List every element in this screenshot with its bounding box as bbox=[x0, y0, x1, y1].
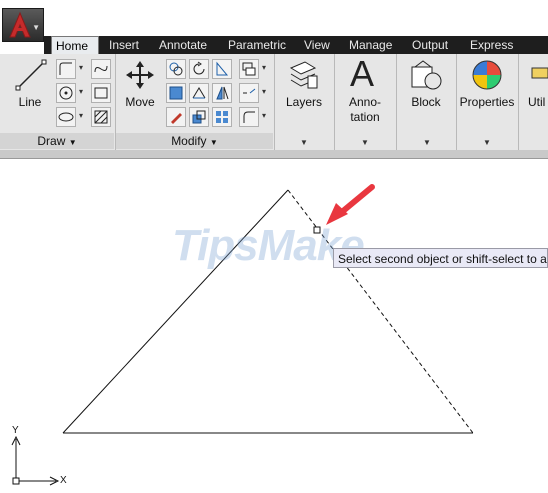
annotation-icon: A bbox=[350, 53, 375, 94]
circle-button[interactable] bbox=[56, 83, 76, 103]
circle-icon bbox=[59, 86, 73, 100]
measure-icon bbox=[531, 67, 548, 79]
array-icon bbox=[242, 62, 256, 76]
chevron-down-icon[interactable]: ▼ bbox=[483, 138, 491, 147]
block-button[interactable]: Block bbox=[402, 95, 450, 110]
ucs-y-label: Y bbox=[12, 425, 19, 436]
ribbon: Line ▾ ▾ ▾ Draw ▼ Move ▾ ▾ ▾ Modify ▼ La… bbox=[0, 54, 548, 151]
annotation-label-line1: Anno- bbox=[348, 95, 382, 109]
tab-express-tools[interactable]: Express Tools bbox=[466, 36, 548, 70]
array-button[interactable] bbox=[239, 59, 259, 79]
ucs-icon bbox=[11, 435, 60, 486]
trim-icon bbox=[216, 61, 229, 76]
draw-panel-title: Draw bbox=[37, 134, 66, 148]
panel-divider bbox=[518, 54, 519, 150]
copy-icon bbox=[169, 62, 183, 76]
explode-button[interactable] bbox=[239, 83, 259, 103]
annotation-label-line2: tation bbox=[350, 110, 380, 124]
properties-button[interactable]: Properties bbox=[458, 95, 516, 110]
drawing-canvas[interactable]: Y X bbox=[0, 159, 548, 493]
stretch-button[interactable] bbox=[189, 83, 209, 103]
color-wheel-icon bbox=[472, 60, 502, 90]
ribbon-bottom-edge bbox=[0, 150, 548, 159]
panel-divider bbox=[334, 54, 335, 150]
ellipse-button[interactable] bbox=[56, 107, 76, 127]
explode-icon bbox=[243, 88, 256, 94]
offset-button[interactable] bbox=[212, 107, 232, 127]
fillet-button[interactable] bbox=[212, 83, 232, 103]
mirror-icon bbox=[169, 86, 183, 100]
chevron-down-icon: ▼ bbox=[32, 23, 40, 32]
block-icon bbox=[411, 60, 442, 90]
erase-button[interactable] bbox=[166, 107, 186, 127]
tab-manage[interactable]: Manage bbox=[345, 36, 396, 54]
tab-home[interactable]: Home bbox=[51, 36, 99, 54]
offset-icon bbox=[216, 111, 228, 123]
rectangle-button[interactable] bbox=[91, 83, 111, 103]
rectangle-icon bbox=[94, 87, 108, 99]
utilities-button[interactable]: Util bbox=[528, 95, 548, 110]
panel-divider bbox=[274, 54, 275, 150]
scale-button[interactable] bbox=[189, 107, 209, 127]
trim-button[interactable] bbox=[212, 59, 232, 79]
mirror-button[interactable] bbox=[166, 83, 186, 103]
stretch-icon bbox=[192, 87, 206, 99]
modify-panel-title: Modify bbox=[171, 134, 207, 148]
tab-annotate[interactable]: Annotate bbox=[155, 36, 211, 54]
chevron-down-icon: ▼ bbox=[68, 138, 77, 147]
copy-button[interactable] bbox=[166, 59, 186, 79]
chevron-down-icon[interactable]: ▾ bbox=[262, 111, 266, 120]
line-button[interactable]: Line bbox=[10, 95, 50, 110]
chevron-down-icon[interactable]: ▼ bbox=[361, 138, 369, 147]
fillet-icon bbox=[216, 86, 229, 100]
ribbon-tab-strip: Home Insert Annotate Parametric View Man… bbox=[44, 36, 548, 70]
tab-insert[interactable]: Insert bbox=[105, 36, 143, 54]
tab-output[interactable]: Output bbox=[408, 36, 452, 54]
draw-panel-label[interactable]: Draw ▼ bbox=[0, 133, 114, 149]
polyline-button[interactable] bbox=[56, 59, 76, 79]
chamfer-icon bbox=[243, 111, 255, 123]
chevron-down-icon[interactable]: ▾ bbox=[262, 87, 266, 96]
rotate-icon bbox=[193, 61, 205, 75]
polyline-icon bbox=[59, 62, 72, 75]
ucs-x-label: X bbox=[60, 475, 67, 486]
application-menu-button[interactable]: ▼ bbox=[2, 8, 44, 42]
chevron-down-icon[interactable]: ▼ bbox=[300, 138, 308, 147]
layers-icon bbox=[289, 61, 318, 89]
red-arrow-icon bbox=[326, 184, 375, 225]
move-icon bbox=[126, 61, 154, 89]
spline-button[interactable] bbox=[91, 59, 111, 79]
command-prompt-tooltip: Select second object or shift-select to … bbox=[333, 248, 548, 268]
chevron-down-icon[interactable]: ▾ bbox=[262, 63, 266, 72]
move-button[interactable]: Move bbox=[120, 95, 160, 110]
panel-divider bbox=[456, 54, 457, 150]
chamfer-button[interactable] bbox=[239, 107, 259, 127]
drawing-svg bbox=[11, 184, 474, 486]
chevron-down-icon[interactable]: ▾ bbox=[79, 87, 83, 96]
chevron-down-icon[interactable]: ▼ bbox=[423, 138, 431, 147]
tab-view[interactable]: View bbox=[300, 36, 334, 54]
modify-panel-label[interactable]: Modify ▼ bbox=[116, 133, 273, 149]
annotation-button[interactable]: Anno- tation bbox=[340, 95, 390, 125]
title-bar bbox=[0, 0, 548, 36]
hatch-icon bbox=[94, 110, 108, 124]
rotate-button[interactable] bbox=[189, 59, 209, 79]
panel-divider bbox=[396, 54, 397, 150]
erase-icon bbox=[171, 113, 182, 124]
spline-icon bbox=[94, 65, 108, 73]
ellipse-icon bbox=[58, 112, 74, 122]
chevron-down-icon[interactable]: ▾ bbox=[79, 111, 83, 120]
hatch-button[interactable] bbox=[91, 107, 111, 127]
chevron-down-icon[interactable]: ▾ bbox=[79, 63, 83, 72]
line-icon bbox=[15, 59, 47, 91]
chevron-down-icon: ▼ bbox=[209, 138, 218, 147]
scale-icon bbox=[192, 110, 206, 124]
layers-button[interactable]: Layers bbox=[280, 95, 328, 110]
tab-parametric[interactable]: Parametric bbox=[224, 36, 290, 54]
